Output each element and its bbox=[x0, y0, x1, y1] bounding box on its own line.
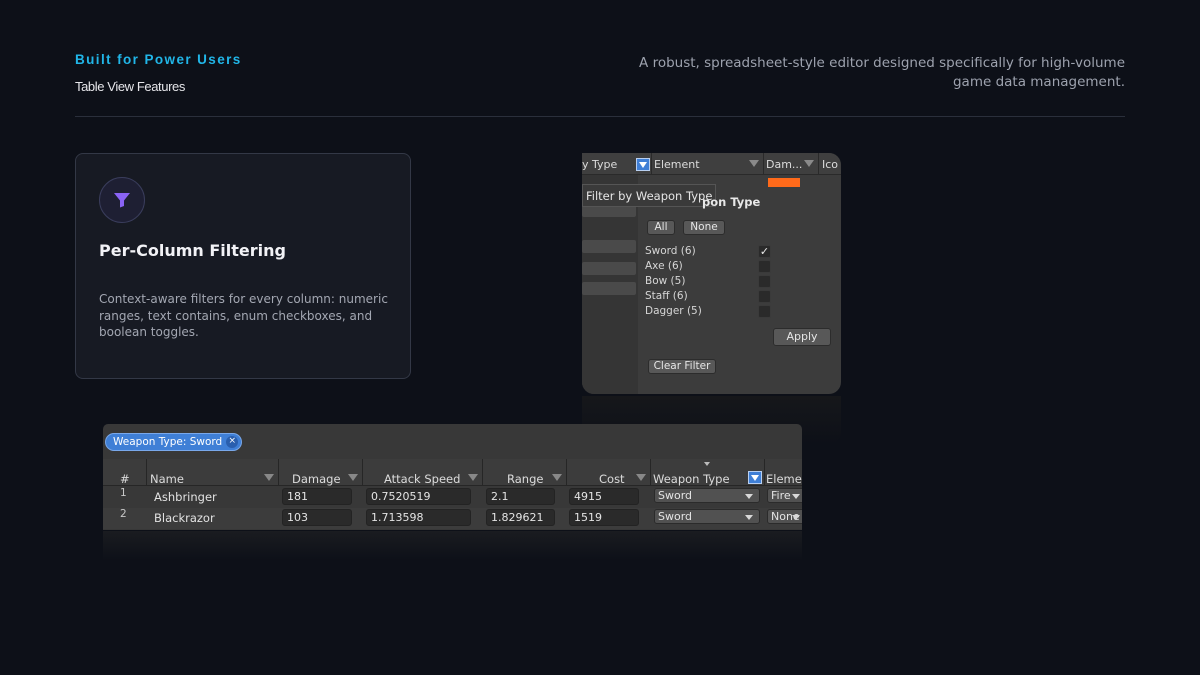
range-field[interactable]: 2.1 bbox=[486, 488, 555, 505]
weapon-type-dropdown[interactable]: Sword bbox=[654, 488, 760, 503]
eyebrow-heading: Built for Power Users bbox=[75, 52, 242, 67]
sort-indicator-icon bbox=[704, 462, 710, 466]
range-field[interactable]: 1.829621 bbox=[486, 509, 555, 526]
feature-card: Per-Column Filtering Context-aware filte… bbox=[75, 153, 411, 379]
col-attack-speed[interactable]: Attack Speed bbox=[384, 472, 460, 486]
cell-input[interactable] bbox=[582, 240, 636, 253]
filter-popup-title: pon Type bbox=[702, 195, 761, 209]
attack-speed-field[interactable]: 0.7520519 bbox=[366, 488, 471, 505]
card-description: Context-aware filters for every column: … bbox=[99, 292, 388, 339]
chip-label: Weapon Type: Sword bbox=[113, 436, 223, 448]
header-weapon-type[interactable]: y Type bbox=[582, 158, 617, 171]
cost-filter-arrow-icon[interactable] bbox=[636, 474, 646, 481]
damage-filter-arrow-icon[interactable] bbox=[804, 160, 814, 167]
table-reflection bbox=[103, 531, 802, 561]
damage-field[interactable]: 181 bbox=[282, 488, 352, 505]
col-index: # bbox=[120, 472, 130, 486]
cell-input[interactable] bbox=[582, 282, 636, 295]
select-all-button[interactable]: All bbox=[647, 220, 675, 235]
color-swatch bbox=[768, 178, 800, 187]
clear-filter-button[interactable]: Clear Filter bbox=[648, 359, 716, 374]
element-filter-arrow-icon[interactable] bbox=[749, 160, 759, 167]
column-header-row: y Type Element Dam... Ico bbox=[582, 153, 841, 175]
attack-speed-field[interactable]: 1.713598 bbox=[366, 509, 471, 526]
element-dropdown[interactable]: Fire bbox=[767, 488, 802, 503]
chip-close-icon[interactable]: × bbox=[226, 436, 239, 448]
header-damage[interactable]: Dam... bbox=[766, 158, 802, 171]
filter-tooltip: Filter by Weapon Type bbox=[582, 184, 717, 207]
cost-field[interactable]: 4915 bbox=[569, 488, 639, 505]
row-number: 2 bbox=[120, 508, 127, 520]
cell-column bbox=[582, 175, 638, 394]
option-axe: Axe (6) bbox=[645, 260, 683, 272]
active-filter-chip[interactable]: Weapon Type: Sword × bbox=[105, 433, 243, 451]
cost-field[interactable]: 1519 bbox=[569, 509, 639, 526]
option-dagger: Dagger (5) bbox=[645, 305, 702, 317]
sword-checkbox[interactable]: ✓ bbox=[758, 245, 771, 258]
cell-input[interactable] bbox=[582, 262, 636, 275]
col-name[interactable]: Name bbox=[150, 472, 184, 486]
dagger-checkbox[interactable] bbox=[758, 305, 771, 318]
table-header: # Name Damage Attack Speed Range Cost We… bbox=[103, 459, 802, 486]
section-subtitle: Table View Features bbox=[75, 79, 185, 94]
range-filter-arrow-icon[interactable] bbox=[552, 474, 562, 481]
apply-button[interactable]: Apply bbox=[773, 328, 831, 346]
axe-checkbox[interactable] bbox=[758, 260, 771, 273]
option-bow: Bow (5) bbox=[645, 275, 686, 287]
col-cost[interactable]: Cost bbox=[599, 472, 625, 486]
option-sword: Sword (6) bbox=[645, 245, 696, 257]
row-number: 1 bbox=[120, 487, 127, 499]
element-dropdown[interactable]: None bbox=[767, 509, 802, 524]
damage-filter-arrow-icon[interactable] bbox=[348, 474, 358, 481]
header-divider bbox=[75, 116, 1125, 117]
select-none-button[interactable]: None bbox=[683, 220, 725, 235]
card-title: Per-Column Filtering bbox=[99, 241, 286, 260]
header-icon[interactable]: Ico bbox=[822, 158, 838, 171]
table-row[interactable]: 1 Ashbringer 181 0.7520519 2.1 4915 Swor… bbox=[103, 487, 802, 508]
col-weapon-type[interactable]: Weapon Type bbox=[653, 472, 730, 486]
table-screenshot: Weapon Type: Sword × # Name Damage Attac… bbox=[103, 424, 802, 530]
weapon-type-dropdown[interactable]: Sword bbox=[654, 509, 760, 524]
bow-checkbox[interactable] bbox=[758, 275, 771, 288]
header-element[interactable]: Element bbox=[654, 158, 700, 171]
col-element[interactable]: Elemen bbox=[766, 472, 802, 486]
attack-speed-filter-arrow-icon[interactable] bbox=[468, 474, 478, 481]
option-staff: Staff (6) bbox=[645, 290, 688, 302]
weapon-type-filter-button[interactable] bbox=[636, 158, 650, 171]
weapon-type-filter-active-button[interactable] bbox=[748, 471, 762, 484]
cell-name[interactable]: Blackrazor bbox=[154, 511, 215, 525]
staff-checkbox[interactable] bbox=[758, 290, 771, 303]
table-row[interactable]: 2 Blackrazor 103 1.713598 1.829621 1519 … bbox=[103, 508, 802, 529]
tagline: A robust, spreadsheet-style editor desig… bbox=[639, 55, 1125, 90]
filter-funnel-icon bbox=[99, 177, 145, 223]
name-filter-arrow-icon[interactable] bbox=[264, 474, 274, 481]
col-range[interactable]: Range bbox=[507, 472, 543, 486]
damage-field[interactable]: 103 bbox=[282, 509, 352, 526]
cell-name[interactable]: Ashbringer bbox=[154, 490, 217, 504]
col-damage[interactable]: Damage bbox=[292, 472, 341, 486]
